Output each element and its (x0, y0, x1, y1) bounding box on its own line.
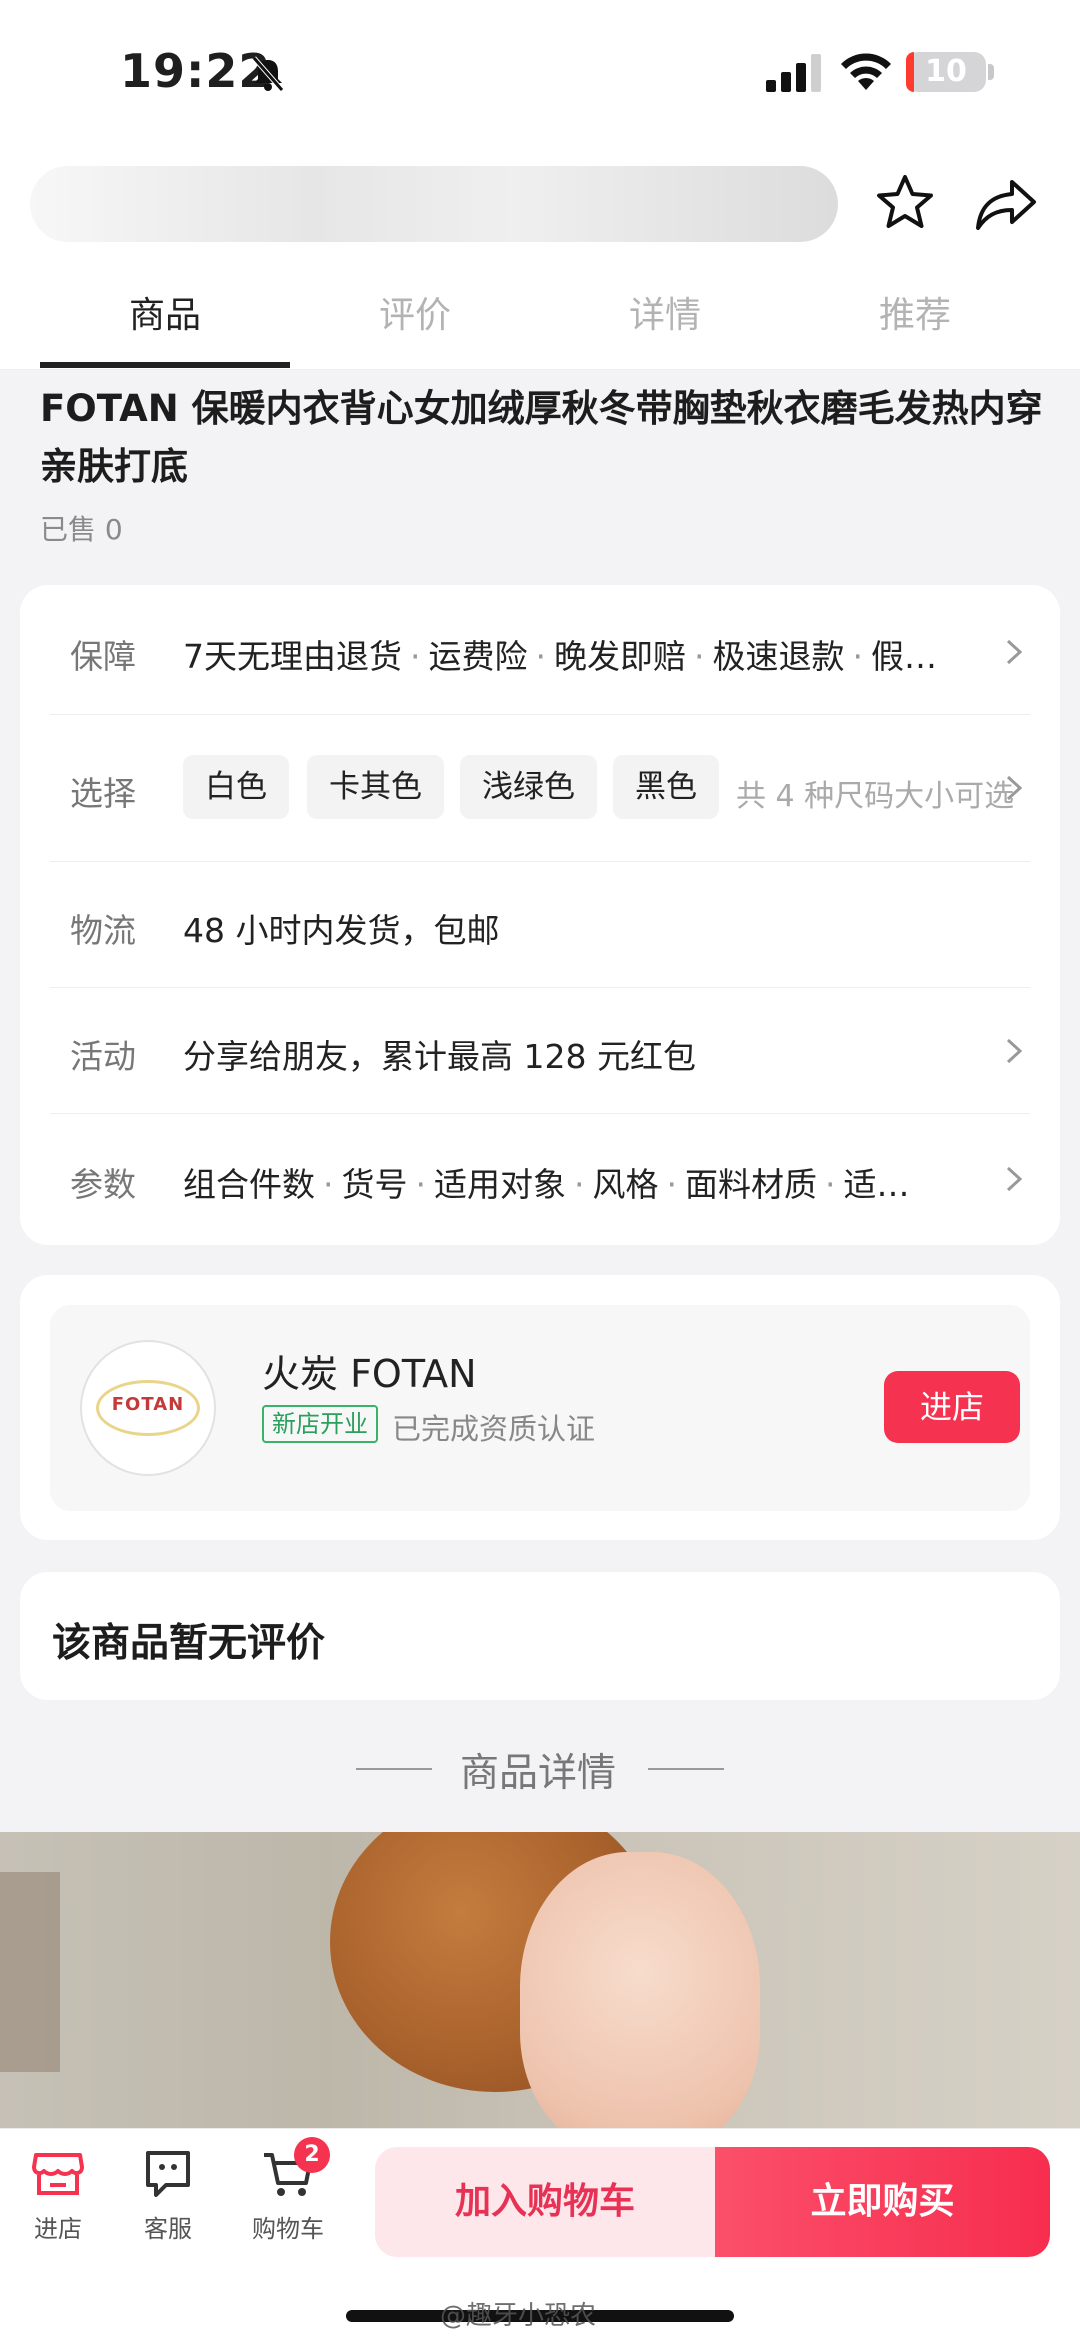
battery-icon: 10 (906, 52, 986, 92)
product-detail-image (0, 1832, 1080, 2132)
store-name: 火炭 FOTAN (262, 1352, 477, 1396)
color-chip-white[interactable]: 白色 (183, 755, 289, 819)
params-label: 参数 (70, 1165, 136, 1204)
wifi-icon (841, 53, 891, 90)
shipping-value: 48 小时内发货，包邮 (183, 911, 500, 950)
store-icon (32, 2153, 84, 2195)
chevron-right-icon (1006, 639, 1023, 665)
detail-header-text: 商品详情 (460, 1751, 617, 1796)
select-label: 选择 (70, 774, 136, 813)
bottom-action-bar: 进店 客服 2 购物车 加入购物车 立即购买 @趣牙小恐农 (0, 2128, 1080, 2341)
params-items: 组合件数 · 货号 · 适用对象 · 风格 · 面料材质 · 适… (183, 1165, 910, 1204)
logo-text: FOTAN (111, 1394, 185, 1415)
reviews-card: 该商品暂无评价 (20, 1572, 1060, 1700)
cart-button[interactable]: 2 购物车 (248, 2137, 330, 2244)
service-label: 客服 (144, 2215, 192, 2243)
guarantee-item: 7天无理由退货 (183, 637, 402, 676)
cart-label: 购物车 (252, 2215, 324, 2243)
size-options-note: 共 4 种尺码大小可选 (736, 779, 1015, 814)
active-tab-indicator (40, 362, 290, 368)
store-nav-button[interactable]: 进店 (18, 2145, 98, 2244)
color-chip-black[interactable]: 黑色 (613, 755, 719, 819)
param-item: 面料材质 (685, 1165, 817, 1204)
guarantee-label: 保障 (70, 637, 136, 676)
guarantee-item: 假… (871, 637, 937, 676)
verified-text: 已完成资质认证 (392, 1412, 596, 1446)
enter-store-button[interactable]: 进店 (884, 1371, 1020, 1443)
store-logo: FOTAN (80, 1340, 216, 1476)
chevron-right-icon (1006, 1166, 1023, 1192)
color-chip-light-green[interactable]: 浅绿色 (460, 755, 597, 819)
guarantee-item: 运费险 (428, 637, 528, 676)
store-info[interactable]: FOTAN 火炭 FOTAN 新店开业 已完成资质认证 进店 (50, 1305, 1030, 1511)
sold-count: 已售 0 (40, 513, 123, 546)
chevron-right-icon (1006, 1038, 1023, 1064)
activity-label: 活动 (70, 1037, 136, 1076)
product-header: 商品 评价 详情 推荐 (0, 150, 1080, 370)
battery-tip (988, 64, 994, 80)
param-item: 组合件数 (183, 1165, 315, 1204)
tab-recommend[interactable]: 推荐 (790, 286, 1040, 338)
detail-section-header: 商品详情 (0, 1738, 1080, 1798)
signal-icon (766, 54, 821, 92)
product-title: FOTAN 保暖内衣背心女加绒厚秋冬带胸垫秋衣磨毛发热内穿亲肤打底 (40, 387, 1043, 488)
tab-details[interactable]: 详情 (540, 286, 790, 338)
search-bar[interactable] (30, 166, 838, 242)
chevron-right-icon (1006, 775, 1023, 801)
tab-product[interactable]: 商品 (40, 286, 290, 338)
bell-muted-icon (252, 56, 284, 92)
param-item: 货号 (341, 1165, 408, 1204)
color-chip-khaki[interactable]: 卡其色 (307, 755, 444, 819)
background-frame (0, 1872, 60, 2072)
new-store-badge: 新店开业 (262, 1405, 378, 1443)
battery-text: 10 (925, 54, 967, 89)
service-button[interactable]: 客服 (128, 2145, 208, 2244)
status-bar: 19:22 10 (0, 0, 1080, 150)
guarantee-items: 7天无理由退货 · 运费险 · 晚发即赔 · 极速退款 · 假… (183, 637, 937, 676)
params-row[interactable]: 参数 组合件数 · 货号 · 适用对象 · 风格 · 面料材质 · 适… (50, 1114, 1030, 1245)
param-item: 适… (843, 1165, 910, 1204)
star-icon[interactable] (874, 172, 936, 234)
param-item: 风格 (592, 1165, 659, 1204)
store-card: FOTAN 火炭 FOTAN 新店开业 已完成资质认证 进店 (20, 1275, 1060, 1540)
divider-left (356, 1768, 432, 1770)
buy-now-button[interactable]: 立即购买 (715, 2147, 1050, 2257)
service-icon (146, 2151, 190, 2197)
activity-row[interactable]: 活动 分享给朋友，累计最高 128 元红包 (50, 988, 1030, 1114)
shipping-label: 物流 (70, 911, 136, 950)
watermark: @趣牙小恐农 (440, 2301, 597, 2331)
tab-bar: 商品 评价 详情 推荐 (0, 266, 1080, 370)
tab-reviews[interactable]: 评价 (290, 286, 540, 338)
no-reviews-text: 该商品暂无评价 (52, 1621, 326, 1666)
cart-count-badge: 2 (294, 2137, 330, 2173)
model-face (520, 1852, 760, 2132)
guarantee-item: 晚发即赔 (554, 637, 686, 676)
add-to-cart-button[interactable]: 加入购物车 (375, 2147, 715, 2257)
product-info-card: 保障 7天无理由退货 · 运费险 · 晚发即赔 · 极速退款 · 假… 选择 白色 卡其色 浅绿… (20, 585, 1060, 1245)
shipping-row: 物流 48 小时内发货，包邮 (50, 862, 1030, 988)
param-item: 适用对象 (434, 1165, 566, 1204)
share-icon[interactable] (974, 174, 1038, 234)
activity-value: 分享给朋友，累计最高 128 元红包 (183, 1037, 696, 1076)
guarantee-row[interactable]: 保障 7天无理由退货 · 运费险 · 晚发即赔 · 极速退款 · 假… (50, 585, 1030, 715)
store-nav-label: 进店 (34, 2215, 82, 2243)
guarantee-item: 极速退款 (712, 637, 845, 676)
select-row[interactable]: 选择 白色 卡其色 浅绿色 黑色 共 4 种尺码大小可选 (50, 715, 1030, 862)
divider-right (648, 1768, 724, 1770)
